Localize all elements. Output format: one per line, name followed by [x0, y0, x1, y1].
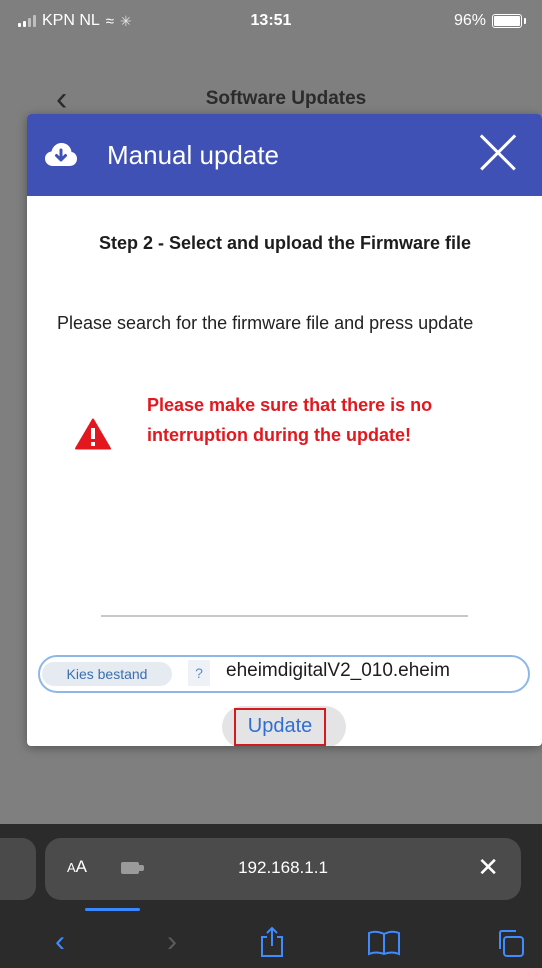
- bookmarks-icon[interactable]: [364, 922, 404, 962]
- close-icon[interactable]: [478, 132, 518, 172]
- divider: [101, 615, 468, 617]
- page-load-progress: [85, 908, 140, 911]
- modal-body: Step 2 - Select and upload the Firmware …: [27, 196, 542, 746]
- status-right: 96%: [454, 12, 526, 30]
- step-title: Step 2 - Select and upload the Firmware …: [98, 233, 472, 253]
- file-input[interactable]: Kies bestand ? eheimdigitalV2_010.eheim: [38, 655, 530, 693]
- previous-tab-stub[interactable]: [0, 838, 36, 900]
- share-icon[interactable]: [252, 922, 292, 962]
- back-arrow-icon[interactable]: ‹: [40, 922, 80, 962]
- help-question-icon[interactable]: ?: [188, 660, 210, 686]
- cloud-download-icon: [45, 143, 77, 166]
- browser-toolbar: ‹ ›: [0, 916, 542, 964]
- battery-cap-icon: [524, 18, 526, 24]
- tabs-icon[interactable]: [490, 922, 530, 962]
- page-title: Software Updates: [205, 88, 367, 109]
- browser-bottom-bar: AAAA 192.168.1.1 ✕ ‹ ›: [0, 824, 542, 968]
- stop-loading-icon[interactable]: ✕: [477, 854, 499, 880]
- update-button[interactable]: Update: [234, 708, 326, 746]
- update-button-container[interactable]: Update: [222, 706, 346, 746]
- forward-arrow-icon[interactable]: ›: [152, 922, 192, 962]
- warning-text: Please make sure that there is no interr…: [147, 395, 433, 445]
- battery-percentage: 96%: [453, 12, 486, 29]
- warning-triangle-icon: [75, 418, 111, 450]
- battery-icon: [492, 14, 522, 28]
- manual-update-modal: Manual update Step 2 - Select and upload…: [27, 114, 542, 746]
- address-bar[interactable]: AAAA 192.168.1.1 ✕: [45, 838, 521, 911]
- selected-file-name: eheimdigitalV2_010.eheim: [226, 660, 450, 681]
- modal-title: Manual update: [107, 140, 280, 170]
- description-text: Please search for the firmware file and …: [57, 313, 474, 333]
- modal-header: Manual update: [27, 114, 542, 196]
- choose-file-button[interactable]: Kies bestand: [42, 662, 172, 686]
- url-text: 192.168.1.1: [238, 858, 328, 877]
- status-bar: KPN NL ≈ ✳ 13:51 96%: [0, 0, 542, 42]
